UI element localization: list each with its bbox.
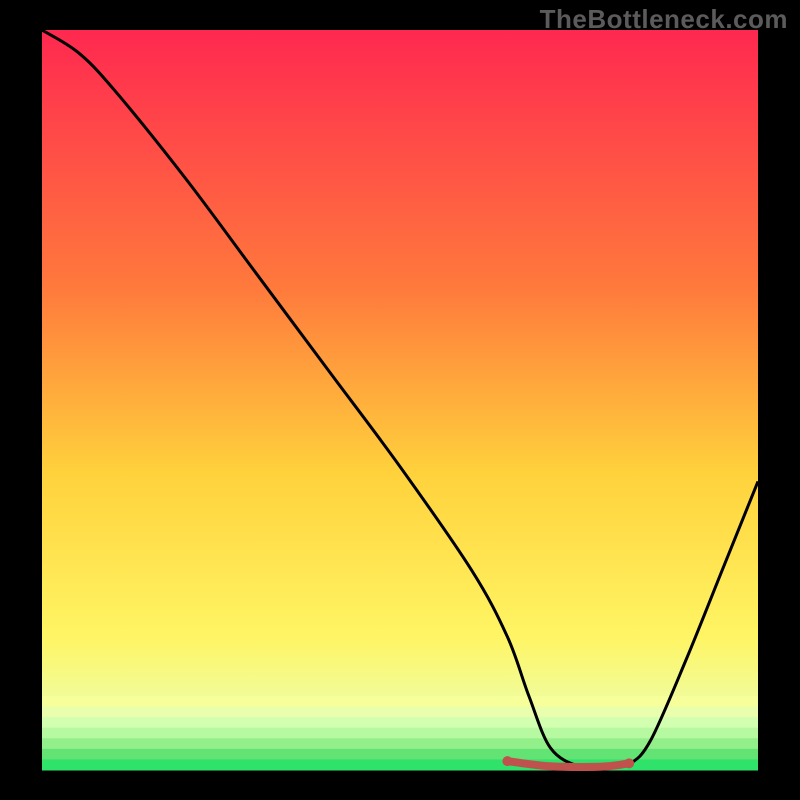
segment-endpoint-left: [502, 756, 512, 766]
bottom-bands: [42, 696, 758, 771]
chart-frame: TheBottleneck.com: [0, 0, 800, 800]
bottleneck-chart: [0, 0, 800, 800]
segment-endpoint-right: [624, 758, 634, 768]
watermark-text: TheBottleneck.com: [540, 4, 788, 35]
gradient-background: [42, 30, 758, 770]
